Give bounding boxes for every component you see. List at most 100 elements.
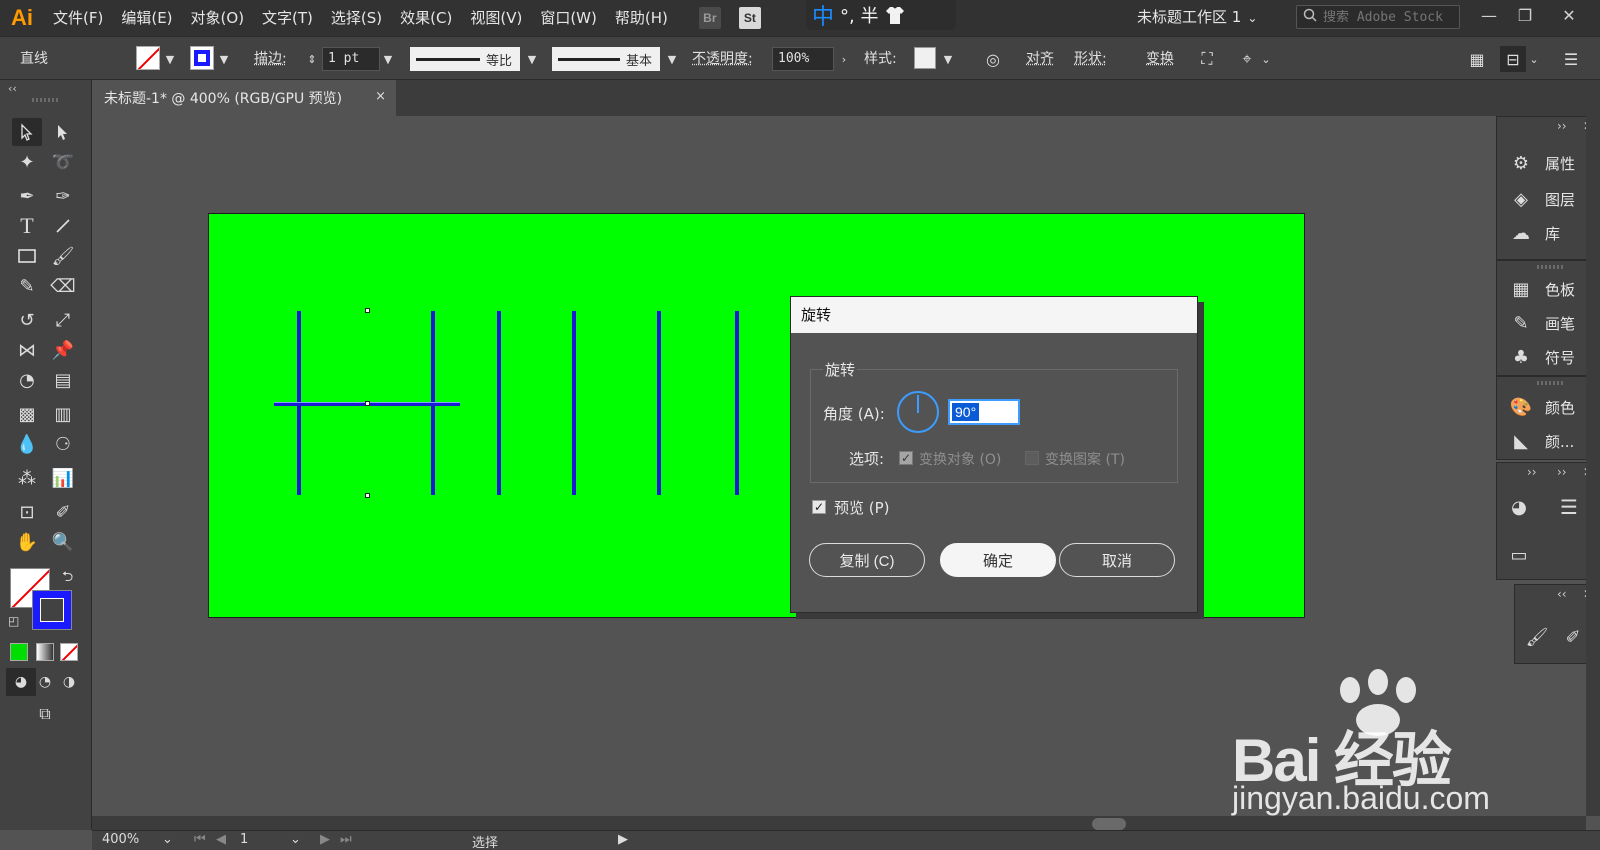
next-artboard-icon[interactable]: ▶ <box>320 832 330 847</box>
align-panel-icon[interactable]: ☰ <box>1557 495 1581 519</box>
gradient-tool-icon[interactable]: ▥ <box>48 400 78 428</box>
color-panel-button[interactable]: 🎨 颜色 <box>1509 393 1575 421</box>
gradient-mode-icon[interactable] <box>36 643 54 661</box>
appearance-icon[interactable]: ◕ <box>1507 495 1531 519</box>
column-graph-tool-icon[interactable]: 📊 <box>48 464 78 492</box>
none-mode-icon[interactable] <box>60 643 78 661</box>
panel-grip[interactable] <box>32 98 58 102</box>
copy-button[interactable]: 复制 (C) <box>809 543 925 577</box>
chevron-down-icon[interactable]: ▼ <box>216 46 232 72</box>
lasso-tool-icon[interactable]: ➰ <box>48 148 78 176</box>
menu-edit[interactable]: 编辑(E) <box>112 0 181 36</box>
previous-artboard-icon[interactable]: ◀ <box>216 832 226 847</box>
brush-edit-icon[interactable]: ✐ <box>1561 625 1585 649</box>
stroke-weight-field[interactable]: 1 pt <box>322 47 380 71</box>
first-artboard-icon[interactable]: ⏮ <box>194 832 206 847</box>
opacity-label[interactable]: 不透明度: <box>692 46 753 72</box>
cancel-button[interactable]: 取消 <box>1059 543 1175 577</box>
swatches-panel-button[interactable]: ▦ 色板 <box>1509 275 1575 303</box>
chevron-down-icon[interactable]: ⌄ <box>1258 46 1274 72</box>
screen-mode-icon[interactable]: ⧉ <box>30 700 60 728</box>
recolor-icon[interactable]: ◎ <box>980 46 1006 72</box>
collapse-icon[interactable]: ‹‹ <box>8 82 17 95</box>
transparency-icon[interactable]: ▭ <box>1507 543 1531 567</box>
menu-file[interactable]: 文件(F) <box>44 0 112 36</box>
menu-window[interactable]: 窗口(W) <box>531 0 606 36</box>
bridge-icon[interactable]: Br <box>698 7 721 29</box>
menu-object[interactable]: 对象(O) <box>182 0 254 36</box>
artboard-number[interactable]: 1 <box>240 832 248 847</box>
last-artboard-icon[interactable]: ⏭ <box>340 832 352 847</box>
expand-icon[interactable]: ›› <box>1557 465 1567 479</box>
chevron-down-icon[interactable]: ▼ <box>380 46 396 72</box>
type-tool-icon[interactable]: T <box>12 212 42 240</box>
chevron-down-icon[interactable]: ⌄ <box>162 832 173 847</box>
restore-icon[interactable]: ❐ <box>1508 0 1542 30</box>
preview-label[interactable]: 预览 (P) <box>834 497 890 518</box>
fill-swatch[interactable] <box>136 46 160 70</box>
opacity-field[interactable]: 100% <box>772 47 834 71</box>
stroke-label[interactable]: 描边: <box>254 46 287 72</box>
horizontal-scrollbar[interactable] <box>92 816 1586 830</box>
symbol-sprayer-tool-icon[interactable]: ⁂ <box>12 464 42 492</box>
angle-dial[interactable] <box>897 391 939 433</box>
close-icon[interactable]: × <box>375 89 386 104</box>
artboard-tool-icon[interactable]: ⊡ <box>12 498 42 526</box>
dialog-title[interactable]: 旋转 <box>791 297 1197 333</box>
stock-search[interactable] <box>1296 5 1460 29</box>
draw-inside-icon[interactable]: ◑ <box>54 668 84 696</box>
puppet-warp-tool-icon[interactable]: 📌 <box>48 336 78 364</box>
zoom-level[interactable]: 400% <box>102 832 139 847</box>
anchor-point[interactable] <box>365 493 370 498</box>
collapse-icon[interactable]: ‹‹ <box>1557 587 1567 601</box>
stroke-swatch[interactable] <box>190 46 214 70</box>
transform-patterns-checkbox[interactable] <box>1025 451 1039 465</box>
panel-grip[interactable] <box>1537 265 1563 269</box>
shape-link[interactable]: 形状: <box>1074 46 1107 72</box>
ime-mode-text[interactable]: °, 半 <box>840 2 878 28</box>
scale-tool-icon[interactable]: ⤢ <box>48 306 78 334</box>
stroke-color-swatch[interactable] <box>32 590 72 630</box>
menu-select[interactable]: 选择(S) <box>322 0 391 36</box>
document-tab[interactable]: 未标题-1* @ 400% (RGB/GPU 预览) × <box>92 80 396 116</box>
select-similar-icon[interactable]: ⌖ <box>1234 46 1260 72</box>
ime-language-indicator[interactable]: 中 <box>812 0 834 31</box>
default-colors-icon[interactable]: ◰ <box>8 614 19 628</box>
chevron-right-icon[interactable]: › <box>836 46 852 72</box>
curvature-tool-icon[interactable]: ✑ <box>48 182 78 210</box>
properties-panel-button[interactable]: ⚙ 属性 <box>1509 149 1575 177</box>
direct-selection-tool-icon[interactable] <box>48 118 78 146</box>
chevron-right-icon[interactable]: ▶ <box>618 832 628 847</box>
blend-tool-icon[interactable]: ⚆ <box>48 430 78 458</box>
brush-icon[interactable]: 🖌 <box>1525 625 1549 649</box>
expand-icon[interactable]: ›› <box>1557 119 1567 133</box>
line-tool-icon[interactable] <box>48 212 78 240</box>
symbols-panel-button[interactable]: ♣ 符号 <box>1509 343 1575 371</box>
chevron-down-icon[interactable]: ▼ <box>524 46 540 72</box>
rectangle-tool-icon[interactable] <box>12 242 42 270</box>
menu-type[interactable]: 文字(T) <box>253 0 322 36</box>
eraser-tool-icon[interactable]: ⌫ <box>48 272 78 300</box>
slice-tool-icon[interactable]: ✐ <box>48 498 78 526</box>
color-mode-icon[interactable] <box>10 643 28 661</box>
chevron-down-icon[interactable]: ▼ <box>162 46 178 72</box>
chevron-down-icon[interactable]: ⌄ <box>1526 46 1542 72</box>
graphic-style-swatch[interactable] <box>914 47 936 69</box>
shaper-tool-icon[interactable]: ✎ <box>12 272 42 300</box>
vertical-line[interactable] <box>657 311 661 495</box>
zoom-tool-icon[interactable]: 🔍 <box>48 528 78 556</box>
expand-icon[interactable]: ›› <box>1527 465 1537 479</box>
magic-wand-tool-icon[interactable]: ✦ <box>12 148 42 176</box>
panel-grip[interactable] <box>1537 381 1563 385</box>
vertical-line[interactable] <box>572 311 576 495</box>
rotate-tool-icon[interactable]: ↺ <box>12 306 42 334</box>
menu-effect[interactable]: 效果(C) <box>391 0 461 36</box>
panel-toggle-icon[interactable]: ⊟ <box>1500 46 1526 72</box>
center-point[interactable] <box>365 401 370 406</box>
grid-icon[interactable]: ▦ <box>1464 46 1490 72</box>
selection-tool-icon[interactable] <box>12 118 42 146</box>
hand-tool-icon[interactable]: ✋ <box>12 528 42 556</box>
chevron-down-icon[interactable]: ▼ <box>940 46 956 72</box>
shape-builder-tool-icon[interactable]: ◔ <box>12 366 42 394</box>
variable-width-profile[interactable]: 等比 <box>410 47 520 71</box>
